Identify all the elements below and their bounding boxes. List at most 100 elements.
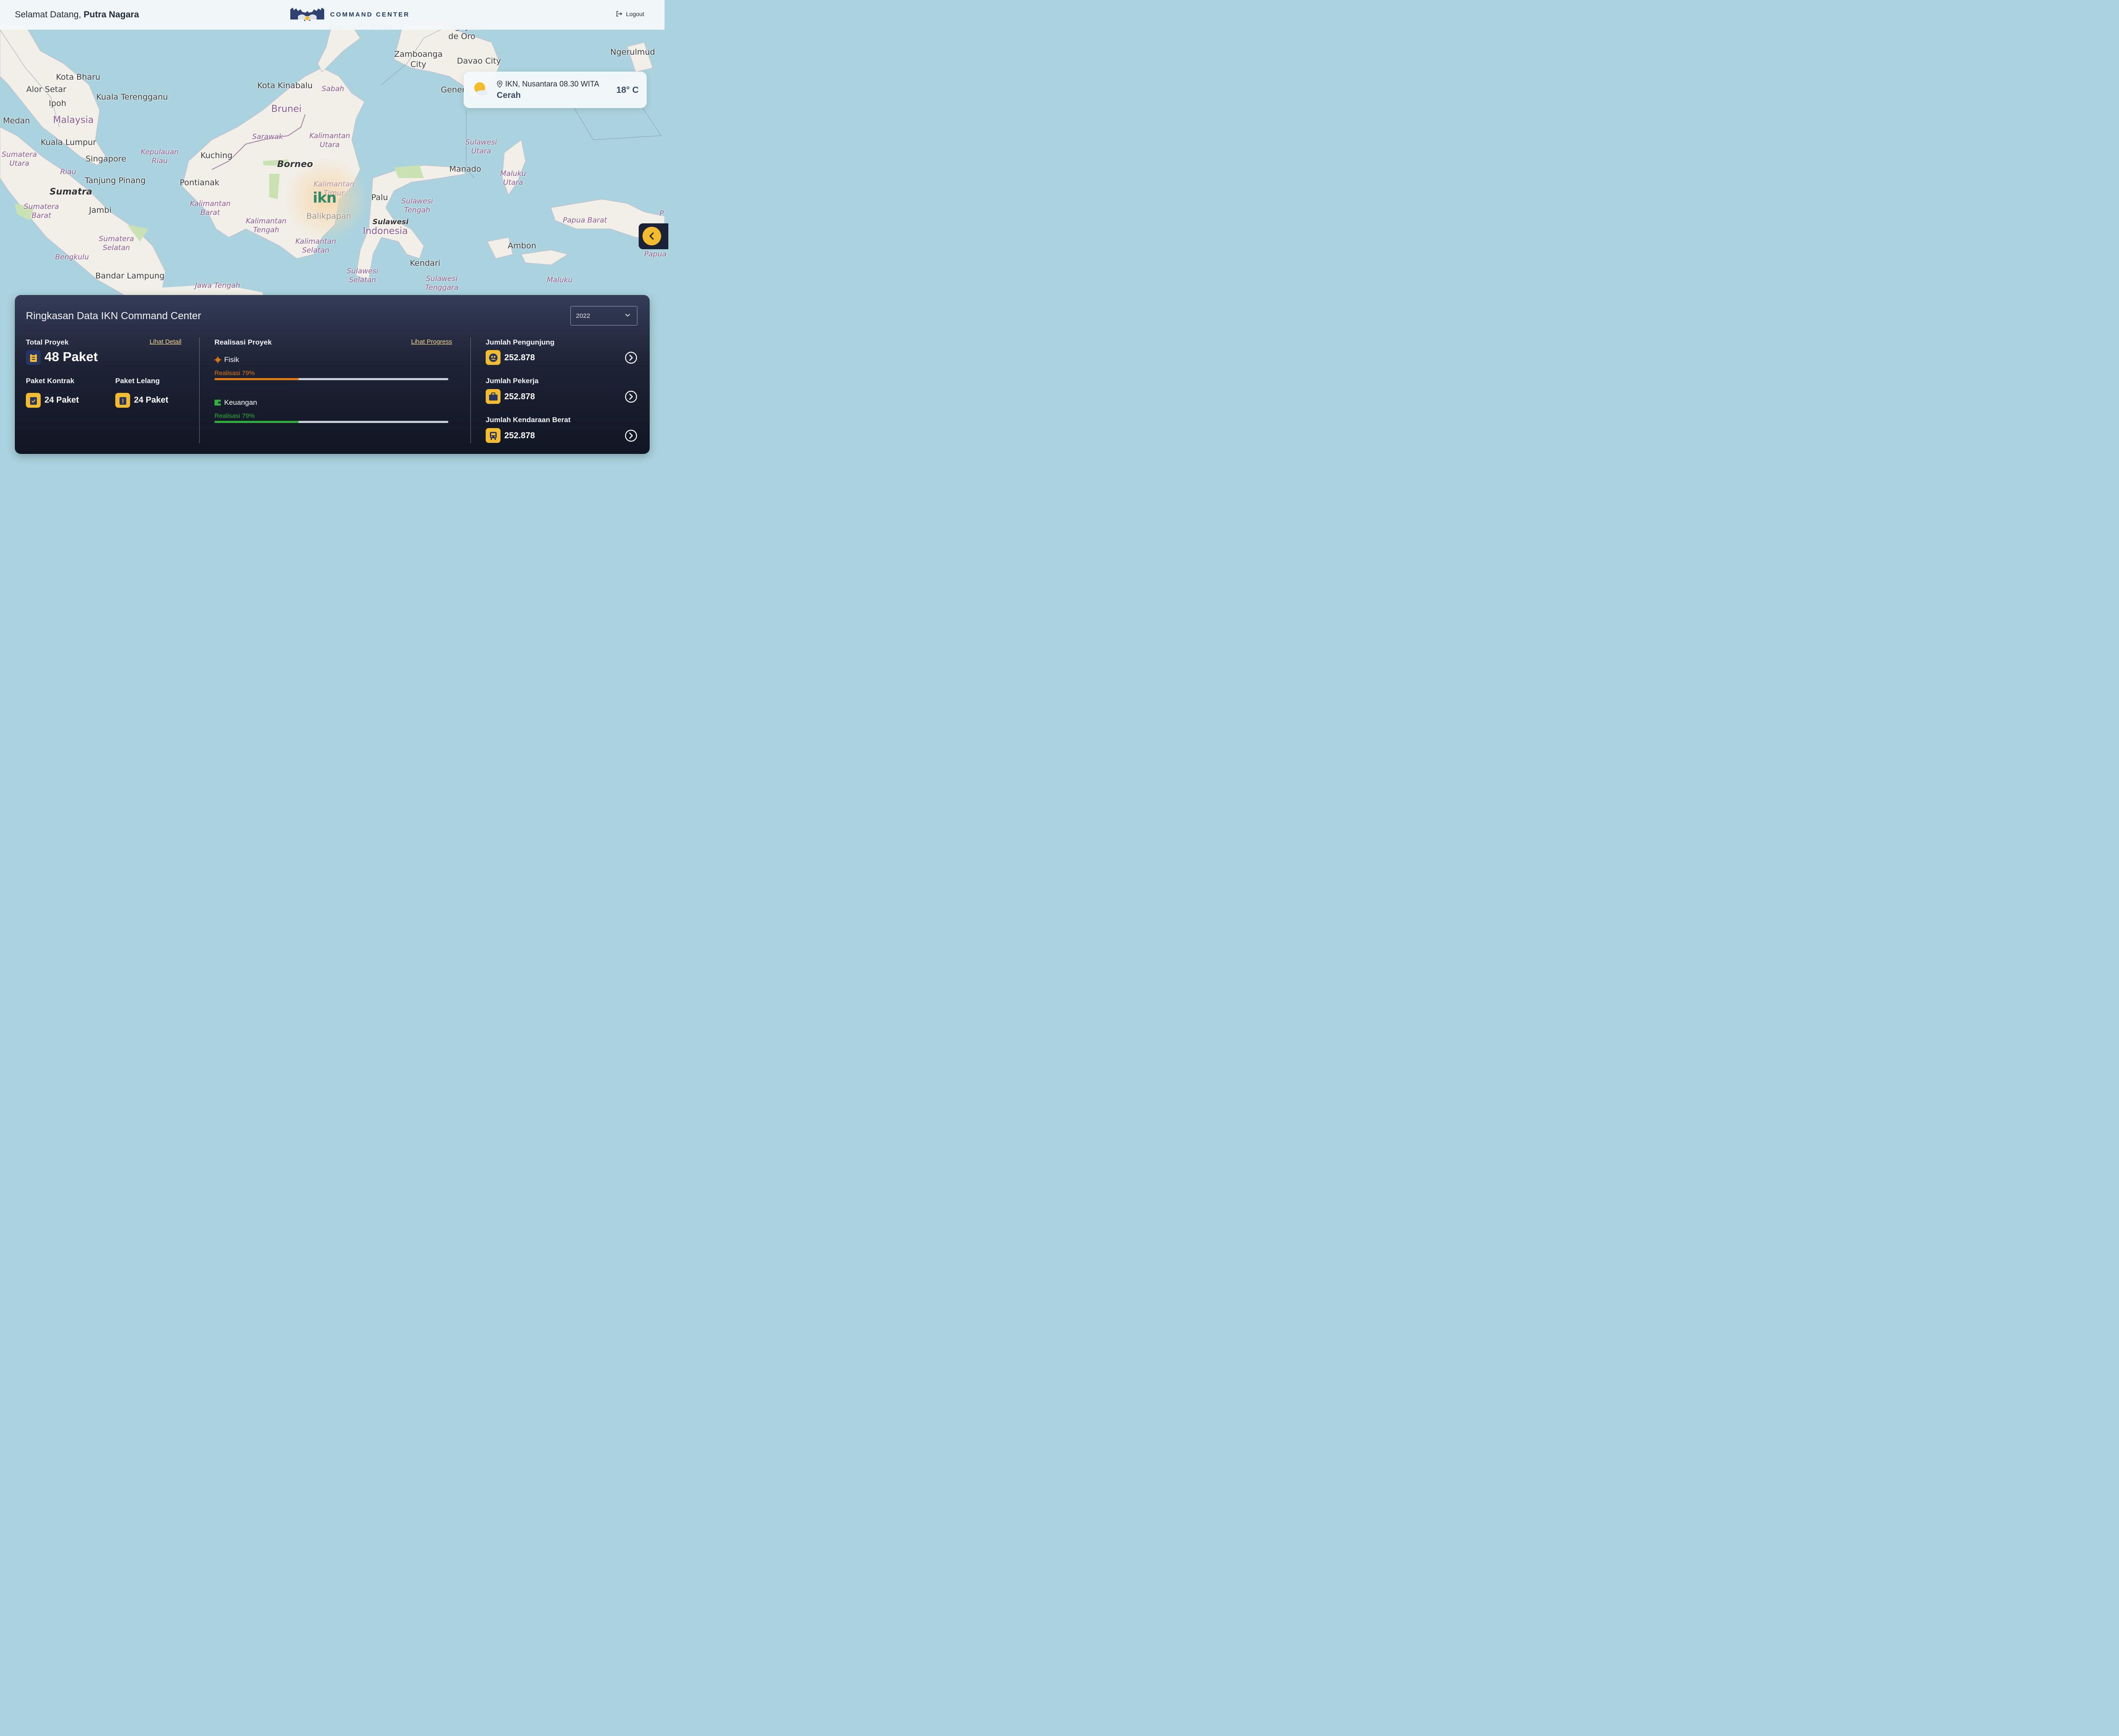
map-label: Palu [371, 193, 388, 202]
map-label-region: Kalimantan Barat [190, 200, 231, 217]
map-label: Alor Setar [26, 85, 67, 94]
paket-lelang-value: 24 Paket [134, 395, 169, 405]
map-label: Kuching [200, 151, 233, 160]
keuangan-realisasi-text: Realisasi 79% [214, 412, 255, 420]
fisik-progress-bar [214, 378, 448, 380]
fisik-progress-fill [214, 378, 299, 380]
map-label-region: Sabah [322, 85, 345, 93]
weather-condition: Cerah [497, 91, 521, 100]
garuda-logo-icon [290, 8, 324, 21]
clipboard-check-icon [26, 393, 41, 408]
logout-label: Logout [626, 10, 644, 17]
chevron-right-circle-icon[interactable] [625, 351, 637, 364]
map-label-region: Sulawesi Selatan [347, 267, 378, 284]
paket-kontrak-label: Paket Kontrak [26, 377, 75, 385]
weather-location: IKN, Nusantara 08.30 WITA [497, 80, 599, 89]
brand[interactable]: COMMAND CENTER [289, 7, 410, 22]
map-label: Kendari [410, 259, 441, 268]
map-label: Singapore [86, 154, 126, 164]
column-divider [199, 337, 200, 443]
chevron-right-circle-icon[interactable] [625, 390, 637, 403]
realisasi-proyek-label: Realisasi Proyek [214, 338, 272, 346]
brand-name: COMMAND CENTER [330, 11, 410, 18]
map-label-region: Riau [60, 168, 76, 176]
summary-panel: Ringkasan Data IKN Command Center 2022 T… [15, 295, 650, 454]
map-label-region: Sulawesi Tenggara [425, 275, 459, 292]
total-proyek-value: 48 Paket [44, 349, 98, 364]
year-select[interactable]: 2022 [570, 306, 637, 326]
lihat-progress-link[interactable]: Lihat Progress [411, 338, 452, 345]
year-select-value: 2022 [576, 312, 590, 320]
jumlah-pengunjung-label: Jumlah Pengunjung [486, 338, 555, 346]
clipboard-alert-icon [115, 393, 130, 408]
logout-button[interactable]: Logout [615, 10, 644, 17]
map-label: Pontianak [180, 178, 220, 187]
map-label: Borneo [277, 159, 313, 169]
map-label-region: Kalimantan Selatan [295, 237, 336, 255]
map-label: Manado [449, 164, 481, 174]
map-label: Davao City [457, 56, 501, 66]
jumlah-pekerja-value: 252.878 [504, 392, 535, 401]
map-label-region: Sumatera Utara [2, 150, 37, 168]
chevron-down-icon [625, 314, 630, 317]
map-label-region: Papua [644, 250, 667, 259]
greeting-prefix: Selamat Datang, [15, 10, 81, 19]
map-label-country: Malaysia [53, 115, 94, 125]
fisik-label: Fisik [214, 356, 239, 364]
panel-title: Ringkasan Data IKN Command Center [26, 310, 201, 322]
map-label-region: Sulawesi Utara [465, 138, 497, 156]
map-label: Ngerulmud [610, 47, 655, 57]
sun-cloud-icon [474, 82, 487, 95]
side-panel-toggle[interactable] [639, 223, 668, 249]
map-label: Jambi [89, 206, 112, 215]
map-label: Gener [441, 85, 465, 95]
map-label-region: Maluku Utara [500, 170, 526, 187]
keuangan-progress-fill [214, 421, 299, 423]
jumlah-kendaraan-label: Jumlah Kendaraan Berat [486, 416, 571, 424]
map-label-region: Sulawesi Tengah [401, 197, 433, 214]
map-label-region: Kalimantan Utara [309, 132, 350, 149]
map-label: Kuala Lumpur [41, 138, 96, 147]
ikn-map-logo[interactable]: ikn [313, 189, 336, 206]
map-label: Ipoh [49, 99, 67, 108]
map-label: Sulawesi [373, 218, 409, 226]
map-label-country: Indonesia [363, 226, 408, 236]
jumlah-pengunjung-value: 252.878 [504, 353, 535, 362]
map-label-region: Sumatera Selatan [99, 235, 134, 252]
map-label: Kota Bharu [56, 72, 100, 82]
map-label: Zamboanga City [394, 50, 443, 69]
keuangan-label: Keuangan [214, 398, 257, 407]
map-label-region: Sarawak [252, 133, 283, 141]
fisik-realisasi-text: Realisasi 79% [214, 370, 255, 377]
keuangan-progress-bar [214, 421, 448, 423]
weather-location-text: IKN, Nusantara 08.30 WITA [505, 80, 599, 88]
jumlah-kendaraan-value: 252.878 [504, 431, 535, 440]
column-divider [470, 337, 471, 443]
weather-card: IKN, Nusantara 08.30 WITA Cerah 18° C [464, 72, 647, 108]
lihat-detail-link[interactable]: Lihat Detail [150, 338, 181, 345]
user-name: Putra Nagara [83, 10, 139, 19]
map-label-region: Maluku [547, 276, 573, 284]
briefcase-icon [486, 389, 501, 404]
vehicle-icon [486, 428, 501, 443]
map-label-region: Jawa Tengah [195, 281, 240, 290]
paket-kontrak-value: 24 Paket [44, 395, 79, 405]
chevron-right-circle-icon[interactable] [625, 429, 637, 442]
map-label: Bandar Lampung [95, 271, 165, 281]
map-label: Sumatra [50, 186, 92, 197]
logout-icon [617, 11, 623, 17]
total-proyek-label: Total Proyek [26, 338, 69, 346]
map-label: Balikpapan [306, 211, 351, 221]
map-label-region: P [659, 209, 664, 218]
map-label-country: Brunei [271, 104, 302, 114]
wallet-icon [214, 400, 221, 406]
map-label: Kuala Terengganu [96, 92, 168, 102]
map-label: Tanjung Pinang [85, 176, 146, 185]
keuangan-label-text: Keuangan [224, 398, 257, 406]
welcome-greeting: Selamat Datang, Putra Nagara [15, 10, 139, 20]
map-label-region: Kepulauan Riau [141, 148, 179, 165]
location-pin-icon [497, 81, 503, 88]
jumlah-pekerja-label: Jumlah Pekerja [486, 377, 539, 385]
clipboard-icon [26, 350, 41, 365]
map-label-region: Kalimantan Tengah [246, 217, 287, 234]
